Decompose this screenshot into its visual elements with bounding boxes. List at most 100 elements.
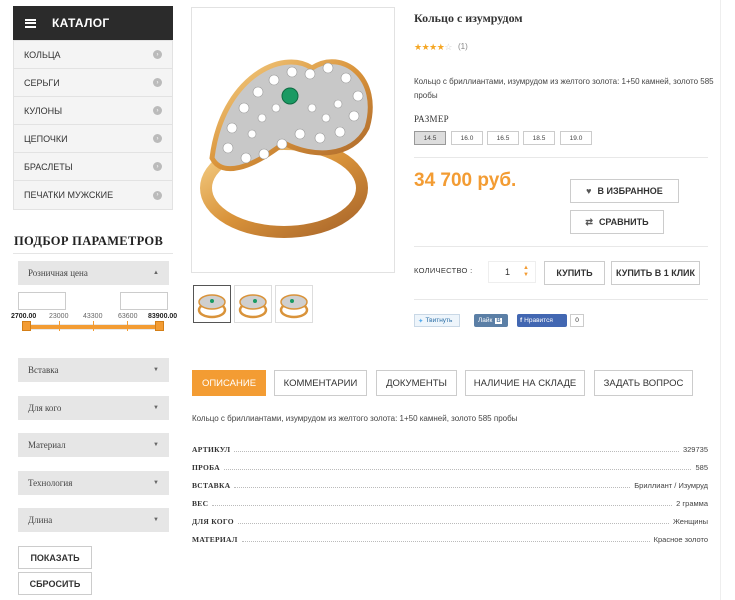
spec-row: АРТИКУЛ 329735: [192, 436, 708, 454]
chevron-right-icon: ›: [153, 190, 162, 200]
spec-value: 329735: [682, 445, 708, 454]
size-option[interactable]: 16.5: [487, 131, 519, 145]
spec-row: МАТЕРИАЛ Красное золото: [192, 526, 708, 544]
size-option[interactable]: 18.5: [523, 131, 555, 145]
price-tick: 63600: [118, 313, 138, 320]
price-min-input[interactable]: [18, 292, 66, 310]
spec-key: МАТЕРИАЛ: [192, 535, 238, 544]
rating-stars[interactable]: ★★★★☆: [414, 42, 452, 53]
chevron-right-icon: ›: [153, 134, 162, 143]
facebook-label: Нравится: [524, 317, 553, 324]
tab-description[interactable]: ОПИСАНИЕ: [192, 370, 266, 396]
ring-thumb: [197, 294, 227, 319]
spinner-icon[interactable]: ▲ ▼: [523, 265, 529, 279]
thumbnail-1[interactable]: [193, 285, 231, 323]
compare-label: СРАВНИТЬ: [598, 217, 649, 227]
vk-like-button[interactable]: Лайк B: [474, 314, 508, 327]
compare-button[interactable]: ⇄ СРАВНИТЬ: [570, 210, 664, 234]
thumbnail-2[interactable]: [234, 285, 272, 323]
product-title: Кольцо с изумрудом: [414, 11, 523, 25]
tab-stock[interactable]: НАЛИЧИЕ НА СКЛАДЕ: [465, 370, 585, 396]
quantity-value: 1: [505, 267, 511, 277]
select-material[interactable]: Материал ▼: [18, 433, 169, 457]
tab-documents[interactable]: ДОКУМЕНТЫ: [376, 370, 457, 396]
select-technology[interactable]: Технология ▼: [18, 471, 169, 495]
show-button[interactable]: ПОКАЗАТЬ: [18, 546, 92, 569]
reset-button[interactable]: СБРОСИТЬ: [18, 572, 92, 595]
chevron-right-icon: ›: [153, 162, 162, 171]
quantity-stepper[interactable]: 1 ▲ ▼: [488, 261, 536, 283]
page-edge-divider: [720, 0, 721, 600]
vk-label: Лайк: [478, 317, 493, 324]
chevron-right-icon: ›: [153, 78, 162, 87]
star-icon: ★: [414, 42, 422, 52]
menu-icon: [25, 18, 36, 28]
spec-key: ВСТАВКА: [192, 481, 231, 490]
star-empty-icon: ☆: [444, 42, 452, 52]
facebook-icon: f: [520, 317, 523, 324]
catalog-header[interactable]: КАТАЛОГ: [13, 6, 173, 40]
spec-key: ПРОБА: [192, 463, 220, 472]
spec-row: ВЕС 2 грамма: [192, 490, 708, 508]
catalog-item-earrings[interactable]: СЕРЬГИ ›: [14, 69, 172, 97]
product-image[interactable]: [191, 7, 395, 273]
spec-value: 2 грамма: [676, 499, 708, 508]
select-for-whom[interactable]: Для кого ▼: [18, 396, 169, 420]
catalog-list: КОЛЬЦА › СЕРЬГИ › КУЛОНЫ › ЦЕПОЧКИ › БРАСЛЕТ…: [13, 40, 173, 210]
chevron-down-icon: ▼: [153, 367, 159, 373]
spec-key: ВЕС: [192, 499, 209, 508]
tab-ask-question[interactable]: ЗАДАТЬ ВОПРОС: [594, 370, 693, 396]
catalog-item-label: ЦЕПОЧКИ: [24, 133, 68, 144]
catalog-item-rings[interactable]: КОЛЬЦА ›: [14, 41, 172, 69]
select-label: Материал: [28, 440, 66, 450]
ring-thumb: [238, 294, 268, 319]
buy-button[interactable]: КУПИТЬ: [544, 261, 605, 285]
catalog-item-chains[interactable]: ЦЕПОЧКИ ›: [14, 125, 172, 153]
catalog-item-bracelets[interactable]: БРАСЛЕТЫ ›: [14, 153, 172, 181]
catalog-item-label: ПЕЧАТКИ МУЖСКИЕ: [24, 190, 114, 200]
twitter-icon: ✦: [418, 317, 424, 325]
twitter-label: Твитнуть: [425, 317, 453, 324]
price-filter-label: Розничная цена: [28, 268, 88, 278]
tab-description-text: Кольцо с бриллиантами, изумрудом из желт…: [192, 414, 518, 423]
spec-key: ДЛЯ КОГО: [192, 517, 234, 526]
slider-tick: [59, 321, 60, 331]
price-tick: 43300: [83, 313, 103, 320]
select-length[interactable]: Длина ▼: [18, 508, 169, 532]
spec-value: Женщины: [672, 517, 708, 526]
dotted-leader: [237, 523, 669, 524]
product-price: 34 700 руб.: [414, 170, 517, 191]
catalog-item-label: КОЛЬЦА: [24, 49, 61, 60]
select-insert[interactable]: Вставка ▼: [18, 358, 169, 382]
catalog-item-pendants[interactable]: КУЛОНЫ ›: [14, 97, 172, 125]
slider-min-handle[interactable]: [22, 321, 31, 331]
size-option[interactable]: 14.5: [414, 131, 446, 145]
size-label: РАЗМЕР: [414, 114, 449, 124]
price-max-input[interactable]: [120, 292, 168, 310]
catalog-item-label: КУЛОНЫ: [24, 105, 63, 116]
chevron-down-icon: ▼: [153, 517, 159, 523]
slider-tick: [127, 321, 128, 331]
spec-key: АРТИКУЛ: [192, 445, 231, 454]
twitter-button[interactable]: ✦ Твитнуть: [414, 314, 460, 327]
size-option[interactable]: 16.0: [451, 131, 483, 145]
catalog-item-label: БРАСЛЕТЫ: [24, 161, 73, 172]
divider: [13, 253, 173, 254]
price-filter-header[interactable]: Розничная цена ▲: [18, 261, 169, 285]
tab-comments[interactable]: КОММЕНТАРИИ: [274, 370, 367, 396]
size-option[interactable]: 19.0: [560, 131, 592, 145]
spec-value: 585: [695, 463, 708, 472]
thumbnail-3[interactable]: [275, 285, 313, 323]
add-to-favorites-button[interactable]: ♥ В ИЗБРАННОЕ: [570, 179, 679, 203]
price-max-label: 83900.00: [148, 313, 178, 320]
dotted-leader: [223, 469, 692, 470]
ring-thumb: [279, 294, 309, 319]
facebook-like-button[interactable]: f Нравится: [517, 314, 567, 327]
quantity-label: КОЛИЧЕСТВО :: [414, 266, 473, 275]
slider-max-handle[interactable]: [155, 321, 164, 331]
spec-row: ВСТАВКА Бриллиант / Изумруд: [192, 472, 708, 490]
catalog-item-signets[interactable]: ПЕЧАТКИ МУЖСКИЕ ›: [14, 181, 172, 209]
spec-value: Красное золото: [653, 535, 708, 544]
select-label: Длина: [28, 515, 53, 525]
buy-one-click-button[interactable]: КУПИТЬ В 1 КЛИК: [611, 261, 700, 285]
